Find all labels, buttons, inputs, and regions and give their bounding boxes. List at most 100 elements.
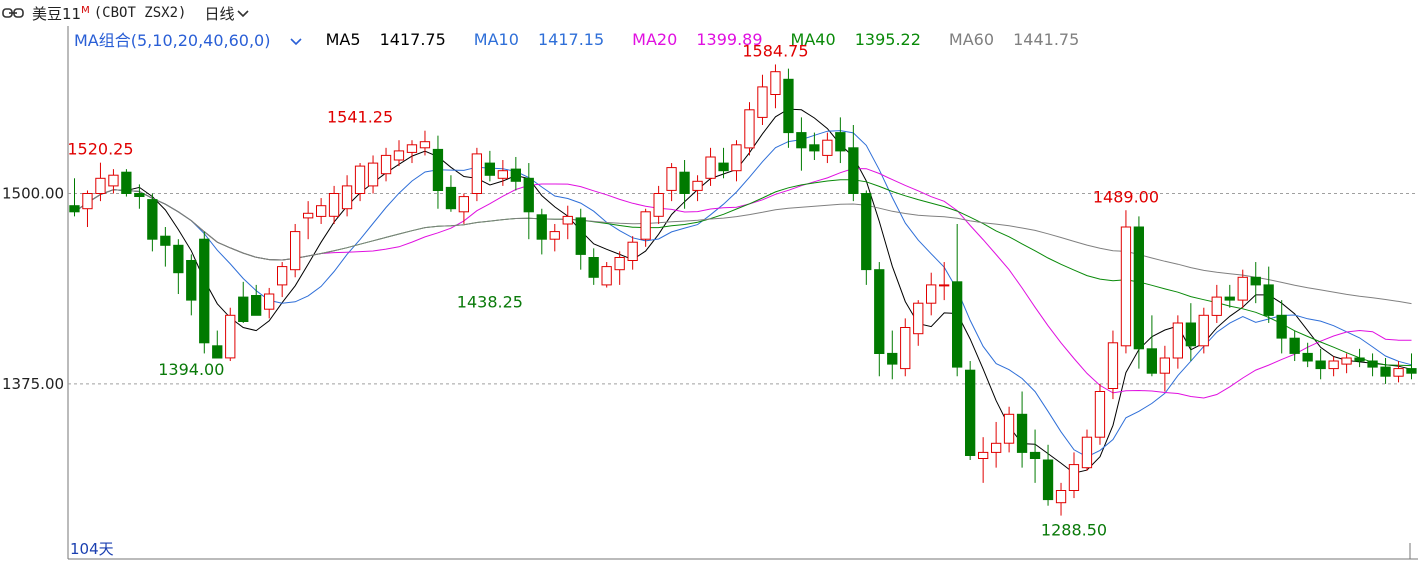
candle-body xyxy=(225,314,236,359)
candle-body xyxy=(939,284,950,287)
candle-body xyxy=(419,141,431,149)
candle-body xyxy=(809,144,820,152)
candle-body xyxy=(1172,322,1183,359)
ma10-line xyxy=(74,130,1412,458)
candle-body xyxy=(601,266,612,286)
chevron-down-icon xyxy=(284,31,302,50)
candle-body xyxy=(718,162,729,172)
candle-body xyxy=(731,144,742,172)
ma5-legend: MA5 1417.75 xyxy=(325,29,446,49)
candle-body xyxy=(575,217,586,255)
candle-body xyxy=(69,205,80,213)
candle-body xyxy=(640,211,651,240)
candle-body xyxy=(887,352,898,365)
candle-body xyxy=(692,180,703,191)
y-tick-label: 1375.00 xyxy=(2,375,64,393)
candle-body xyxy=(679,171,690,194)
candle-body xyxy=(614,257,625,271)
candle-body xyxy=(926,284,937,304)
candle-body xyxy=(965,369,976,457)
low-price-label: 1438.25 xyxy=(457,293,523,312)
candle-body xyxy=(1263,284,1274,316)
candle-body xyxy=(328,193,340,217)
candle-body xyxy=(952,281,963,368)
chart-toolbar: 美豆11M (CBOT ZSX2) 日线 xyxy=(0,0,1427,26)
y-tick-label: 1500.00 xyxy=(2,185,64,203)
chevron-down-icon xyxy=(237,4,250,22)
candle-body xyxy=(186,260,197,301)
candle-body xyxy=(861,193,872,271)
candle-body xyxy=(277,266,288,286)
candle-body xyxy=(1341,357,1352,365)
candle-body xyxy=(1328,360,1339,370)
candle-body xyxy=(588,257,599,278)
candle-body xyxy=(303,212,314,219)
candle-body xyxy=(796,132,807,149)
ma60-legend: MA60 1441.75 xyxy=(948,29,1080,49)
candle-body xyxy=(835,132,846,152)
candle-body xyxy=(1198,314,1209,347)
candle-body xyxy=(627,241,638,261)
chain-link-icon[interactable] xyxy=(2,7,26,19)
candle-body xyxy=(471,153,483,194)
instrument-title: 美豆11M xyxy=(32,4,90,23)
candle-body xyxy=(770,71,781,95)
ma40-legend: MA40 1395.22 xyxy=(790,29,921,49)
ma40-line xyxy=(74,179,1412,367)
candle-body xyxy=(1224,296,1235,301)
instrument-code: (CBOT ZSX2) xyxy=(93,5,187,21)
candle-body xyxy=(173,244,184,274)
bar-count-label: 104天 xyxy=(70,540,114,558)
high-price-label: 1489.00 xyxy=(1093,187,1159,206)
candle-body xyxy=(1289,337,1300,354)
chart-area[interactable]: 1500.00 1375.00 1520.25 1394.00 1541.25 1438.… xyxy=(0,26,1427,564)
candle-body xyxy=(978,451,989,459)
candle-body xyxy=(1250,276,1261,286)
candle-body xyxy=(458,196,470,213)
candle-body xyxy=(1016,413,1028,453)
candle-body xyxy=(1185,322,1196,347)
candle-body xyxy=(238,296,249,323)
ma-combo-selector[interactable]: MA组合(5,10,20,40,60,0) xyxy=(74,27,316,51)
candle-body xyxy=(757,86,768,118)
candle-body xyxy=(147,199,158,240)
candle-body xyxy=(1380,366,1391,377)
ma5-line xyxy=(74,108,1412,474)
candle-body xyxy=(1042,459,1054,501)
candle-body xyxy=(1094,391,1106,438)
candle-body xyxy=(653,193,664,217)
candle-body xyxy=(1367,360,1378,368)
candle-body xyxy=(1055,490,1067,504)
candle-body xyxy=(913,302,924,335)
low-price-label: 1394.00 xyxy=(158,360,224,379)
candlestick-chart[interactable]: 1500.00 1375.00 1520.25 1394.00 1541.25 1438.… xyxy=(0,26,1427,564)
candle-body xyxy=(1276,314,1287,339)
candle-body xyxy=(134,193,145,197)
candle-body xyxy=(212,345,223,359)
candle-body xyxy=(251,295,262,316)
candle-body xyxy=(497,170,509,179)
high-price-label: 1520.25 xyxy=(67,140,133,159)
candle-body xyxy=(1120,226,1132,347)
candle-body xyxy=(1029,451,1041,459)
candle-body xyxy=(316,205,327,217)
candle-body xyxy=(991,442,1002,453)
candle-body xyxy=(1211,296,1222,316)
period-selector[interactable]: 日线 xyxy=(204,3,250,24)
candle-body xyxy=(432,148,444,191)
candle-body xyxy=(95,177,106,195)
candle-body xyxy=(341,185,353,210)
candle-body xyxy=(523,177,534,213)
candle-body xyxy=(354,165,366,195)
candle-body xyxy=(1315,360,1326,370)
candle-body xyxy=(1159,357,1170,374)
candle-body xyxy=(874,269,885,354)
candle-body xyxy=(536,214,547,240)
candle-body xyxy=(900,327,911,370)
candle-body xyxy=(393,150,405,161)
candle-body xyxy=(848,147,859,195)
candle-body xyxy=(160,235,171,246)
candle-body xyxy=(510,168,522,182)
candle-body xyxy=(445,186,457,210)
ma20-line xyxy=(74,167,1412,399)
